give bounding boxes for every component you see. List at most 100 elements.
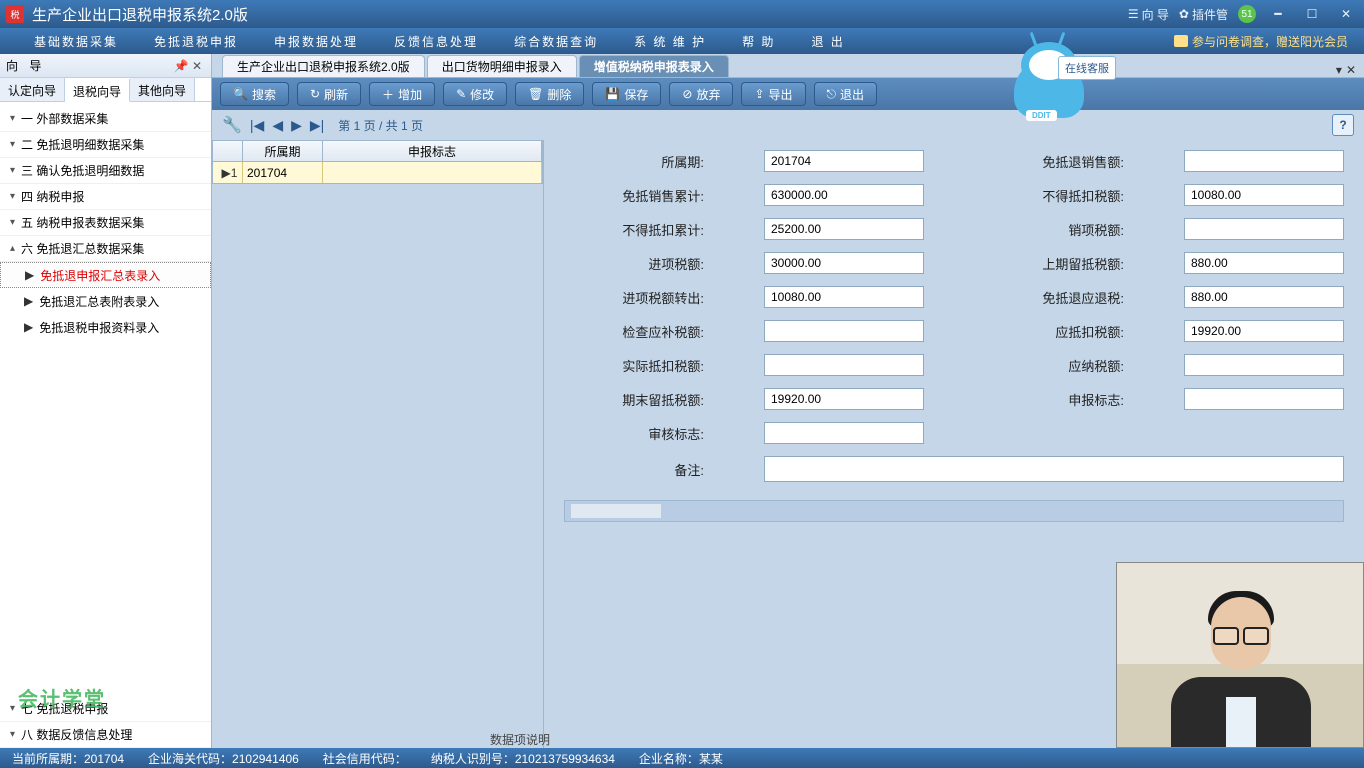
- next-page-icon[interactable]: ▶: [291, 117, 302, 134]
- guide-link[interactable]: ☰ 向 导: [1128, 6, 1169, 23]
- step-4[interactable]: ▾四 纳税申报: [0, 184, 211, 210]
- wrench-icon[interactable]: 🔧: [222, 115, 242, 135]
- save-icon: 💾: [605, 87, 620, 101]
- step-5[interactable]: ▾五 纳税申报表数据采集: [0, 210, 211, 236]
- edit-icon: ✎: [456, 87, 466, 101]
- tab-vat-declare[interactable]: 增值税纳税申报表录入: [579, 55, 729, 77]
- menu-exit[interactable]: 退 出: [793, 33, 862, 50]
- grid-header-flag: 申报标志: [323, 141, 542, 161]
- step-2[interactable]: ▾二 免抵退明细数据采集: [0, 132, 211, 158]
- sidebar-close-icon[interactable]: ✕: [189, 59, 205, 73]
- refresh-icon: ↻: [310, 87, 320, 101]
- tab-home[interactable]: 生产企业出口退税申报系统2.0版: [222, 55, 425, 77]
- pager-bar: 🔧 |◀ ◀ ▶ ▶| 第 1 页 / 共 1 页 ?: [212, 110, 1364, 140]
- webcam-overlay: [1116, 562, 1364, 748]
- input-sbbz[interactable]: [1184, 388, 1344, 410]
- field-label: 免抵退应退税:: [984, 288, 1124, 307]
- tab-menu-icon[interactable]: ▾: [1336, 63, 1342, 77]
- field-label: 进项税额转出:: [564, 288, 704, 307]
- search-icon: 🔍: [233, 87, 248, 101]
- sidebar-tab-refund[interactable]: 退税向导: [65, 79, 130, 102]
- menu-bar: 基础数据采集 免抵退税申报 申报数据处理 反馈信息处理 综合数据查询 系 统 维…: [0, 28, 1364, 54]
- input-xxse[interactable]: [1184, 218, 1344, 240]
- menu-refund-declare[interactable]: 免抵退税申报: [136, 33, 256, 50]
- input-jcybse[interactable]: [764, 320, 924, 342]
- input-shbz[interactable]: [764, 422, 924, 444]
- help-icon[interactable]: ?: [1332, 114, 1354, 136]
- maximize-icon[interactable]: ☐: [1300, 5, 1324, 23]
- menu-help[interactable]: 帮 助: [724, 33, 793, 50]
- pin-icon[interactable]: 📌: [173, 59, 189, 73]
- step-8[interactable]: ▾八 数据反馈信息处理: [0, 722, 211, 748]
- field-label: 上期留抵税额:: [984, 254, 1124, 273]
- discard-button[interactable]: ⊘放弃: [669, 82, 733, 106]
- add-button[interactable]: ＋增加: [369, 82, 435, 106]
- delete-button[interactable]: 🗑删除: [515, 82, 584, 106]
- input-bddk-total[interactable]: [764, 218, 924, 240]
- input-bddkse[interactable]: [1184, 184, 1344, 206]
- export-button[interactable]: ⇪导出: [741, 82, 805, 106]
- cell-flag: [323, 162, 542, 183]
- close-icon[interactable]: ✕: [1334, 5, 1358, 23]
- step-1[interactable]: ▾一 外部数据采集: [0, 106, 211, 132]
- input-mdxs-total[interactable]: [764, 184, 924, 206]
- minimize-icon[interactable]: ━: [1266, 5, 1290, 23]
- status-credit: 社会信用代码：: [323, 750, 407, 767]
- exit-icon: ⎋: [827, 87, 837, 102]
- input-sjdkse[interactable]: [764, 354, 924, 376]
- step-6-3[interactable]: ▶免抵退税申报资料录入: [0, 314, 211, 340]
- tab-close-icon[interactable]: ✕: [1346, 63, 1356, 77]
- exit-button[interactable]: ⎋退出: [814, 82, 878, 106]
- cell-period: 201704: [243, 162, 323, 183]
- survey-link[interactable]: 参与问卷调查，赠送阳光会员: [1174, 33, 1364, 50]
- refresh-button[interactable]: ↻刷新: [297, 82, 361, 106]
- input-mdtyts[interactable]: [1184, 286, 1344, 308]
- field-label: 进项税额:: [564, 254, 704, 273]
- input-jxse[interactable]: [764, 252, 924, 274]
- step-6-1[interactable]: ▶免抵退申报汇总表录入: [0, 262, 211, 288]
- input-remark[interactable]: [764, 456, 1344, 482]
- sidebar-tab-other[interactable]: 其他向导: [130, 78, 195, 101]
- sidebar-tree: ▾一 外部数据采集 ▾二 免抵退明细数据采集 ▾三 确认免抵退明细数据 ▾四 纳…: [0, 102, 211, 696]
- input-mdtxse[interactable]: [1184, 150, 1344, 172]
- toolbar: 🔍搜索 ↻刷新 ＋增加 ✎修改 🗑删除 💾保存 ⊘放弃 ⇪导出 ⎋退出: [212, 78, 1364, 110]
- first-page-icon[interactable]: |◀: [250, 117, 264, 134]
- field-label: 所属期:: [564, 152, 704, 171]
- input-ydkse[interactable]: [1184, 320, 1344, 342]
- menu-system[interactable]: 系 统 维 护: [616, 33, 724, 50]
- menu-query[interactable]: 综合数据查询: [496, 33, 616, 50]
- step-3[interactable]: ▾三 确认免抵退明细数据: [0, 158, 211, 184]
- update-badge[interactable]: 51: [1238, 5, 1256, 23]
- status-period: 当前所属期：201704: [12, 750, 124, 767]
- step-7[interactable]: ▾七 免抵退税申报: [0, 696, 211, 722]
- step-6-2[interactable]: ▶免抵退汇总表附表录入: [0, 288, 211, 314]
- input-ynse[interactable]: [1184, 354, 1344, 376]
- delete-icon: 🗑: [528, 87, 543, 101]
- online-service-button[interactable]: 在线客服: [1058, 56, 1116, 80]
- menu-declare-process[interactable]: 申报数据处理: [256, 33, 376, 50]
- add-icon: ＋: [382, 86, 394, 103]
- edit-button[interactable]: ✎修改: [443, 82, 507, 106]
- step-6[interactable]: ▴六 免抵退汇总数据采集: [0, 236, 211, 262]
- pager-text: 第 1 页 / 共 1 页: [338, 117, 423, 134]
- row-indicator: ▶ 1: [213, 162, 243, 183]
- tab-export-detail[interactable]: 出口货物明细申报录入: [427, 55, 577, 77]
- plugin-link[interactable]: ✿ 插件管: [1179, 6, 1228, 23]
- app-icon: 税: [6, 5, 24, 23]
- menu-basic-data[interactable]: 基础数据采集: [16, 33, 136, 50]
- last-page-icon[interactable]: ▶|: [310, 117, 324, 134]
- input-period[interactable]: [764, 150, 924, 172]
- input-jxse-out[interactable]: [764, 286, 924, 308]
- input-qmldse[interactable]: [764, 388, 924, 410]
- field-label: 免抵退销售额:: [984, 152, 1124, 171]
- search-button[interactable]: 🔍搜索: [220, 82, 289, 106]
- input-sqldse[interactable]: [1184, 252, 1344, 274]
- table-row[interactable]: ▶ 1 201704: [212, 162, 543, 184]
- prev-page-icon[interactable]: ◀: [272, 117, 283, 134]
- status-bar: 当前所属期：201704 企业海关代码：2102941406 社会信用代码： 纳…: [0, 748, 1364, 768]
- title-bar: 税 生产企业出口退税申报系统2.0版 ☰ 向 导 ✿ 插件管 51 ━ ☐ ✕: [0, 0, 1364, 28]
- save-button[interactable]: 💾保存: [592, 82, 661, 106]
- menu-feedback[interactable]: 反馈信息处理: [376, 33, 496, 50]
- sidebar-tab-recognize[interactable]: 认定向导: [0, 78, 65, 101]
- document-tabs: 生产企业出口退税申报系统2.0版 出口货物明细申报录入 增值税纳税申报表录入 ▾…: [212, 54, 1364, 78]
